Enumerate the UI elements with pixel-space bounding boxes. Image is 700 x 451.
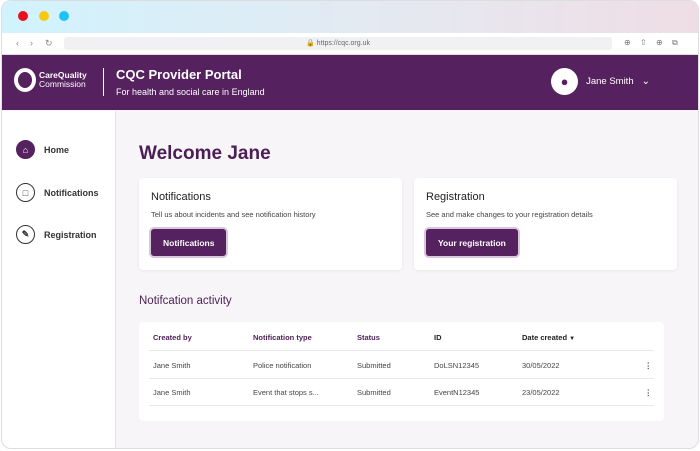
- user-name: Jane Smith: [586, 76, 634, 87]
- browser-window: ‹ › ↻ 🔒 https://cqc.org.uk ⊕ ⇧ ⊕ ⧉ CareQ…: [1, 0, 699, 449]
- logo-q-icon: [14, 68, 36, 92]
- portal-subtitle: For health and social care in England: [116, 87, 265, 97]
- page-title: Welcome Jane: [139, 143, 271, 165]
- sidebar-item-label: Registration: [44, 230, 97, 240]
- cell-status: Submitted: [357, 361, 391, 370]
- close-window-button[interactable]: [18, 11, 28, 21]
- cell-status: Submitted: [357, 388, 391, 397]
- card-description: See and make changes to your registratio…: [426, 210, 593, 219]
- notifications-button[interactable]: Notifications: [151, 229, 226, 256]
- document-icon: □: [16, 183, 35, 202]
- logo-line2: Commission: [39, 80, 87, 89]
- user-avatar-icon: ●: [551, 68, 578, 95]
- sidebar: ⌂ Home □ Notifications ✎ Registration: [2, 111, 116, 448]
- activity-table: Created by Notification type Status ID D…: [139, 322, 664, 421]
- more-options-icon[interactable]: ⋮: [645, 361, 653, 370]
- your-registration-button[interactable]: Your registration: [426, 229, 518, 256]
- sidebar-item-label: Home: [44, 145, 69, 155]
- forward-icon[interactable]: ›: [30, 38, 33, 48]
- reload-icon[interactable]: ↻: [45, 38, 53, 49]
- card-title: Notifications: [151, 191, 211, 203]
- sort-desc-icon: ▼: [569, 336, 575, 342]
- lock-icon: 🔒: [306, 40, 315, 47]
- cell-created-by: Jane Smith: [153, 388, 191, 397]
- cqc-logo[interactable]: CareQualityCommission: [14, 68, 87, 92]
- cell-type: Police notification: [253, 361, 311, 370]
- back-icon[interactable]: ‹: [16, 38, 19, 48]
- header-status[interactable]: Status: [357, 333, 380, 342]
- tabs-icon[interactable]: ⧉: [672, 38, 678, 48]
- main-content: Welcome Jane Notifications Tell us about…: [117, 111, 698, 448]
- header-id[interactable]: ID: [434, 333, 442, 342]
- browser-titlebar: [2, 1, 698, 33]
- cell-type: Event that stops s...: [253, 388, 319, 397]
- cell-id: DoLSN12345: [434, 361, 479, 370]
- more-options-icon[interactable]: ⋮: [645, 388, 653, 397]
- header-date-label: Date created: [522, 333, 567, 342]
- portal-title: CQC Provider Portal: [116, 67, 242, 82]
- table-row[interactable]: Jane Smith Event that stops s... Submitt…: [149, 379, 654, 406]
- notifications-card: Notifications Tell us about incidents an…: [139, 178, 402, 270]
- table-header-row: Created by Notification type Status ID D…: [149, 324, 654, 351]
- address-bar: ‹ › ↻ 🔒 https://cqc.org.uk ⊕ ⇧ ⊕ ⧉: [2, 33, 698, 55]
- header-date-created[interactable]: Date created ▼: [522, 333, 575, 342]
- minimize-window-button[interactable]: [39, 11, 49, 21]
- download-icon[interactable]: ⊕: [624, 38, 631, 47]
- sidebar-item-registration[interactable]: ✎ Registration: [16, 225, 97, 244]
- new-tab-icon[interactable]: ⊕: [656, 38, 663, 47]
- sidebar-item-home[interactable]: ⌂ Home: [16, 140, 69, 159]
- registration-card: Registration See and make changes to you…: [414, 178, 677, 270]
- cell-date: 23/05/2022: [522, 388, 560, 397]
- sidebar-item-notifications[interactable]: □ Notifications: [16, 183, 99, 202]
- table-row[interactable]: Jane Smith Police notification Submitted…: [149, 352, 654, 379]
- user-menu[interactable]: ● Jane Smith ⌄: [551, 68, 650, 95]
- site-header: CareQualityCommission CQC Provider Porta…: [2, 55, 698, 110]
- url-field[interactable]: 🔒 https://cqc.org.uk: [64, 37, 612, 50]
- header-created-by[interactable]: Created by: [153, 333, 192, 342]
- cell-id: EventN12345: [434, 388, 479, 397]
- url-text: https://cqc.org.uk: [317, 40, 370, 47]
- share-icon[interactable]: ⇧: [640, 38, 647, 47]
- header-divider: [103, 68, 104, 96]
- sidebar-item-label: Notifications: [44, 188, 99, 198]
- maximize-window-button[interactable]: [59, 11, 69, 21]
- card-title: Registration: [426, 191, 485, 203]
- pencil-icon: ✎: [16, 225, 35, 244]
- card-description: Tell us about incidents and see notifica…: [151, 210, 316, 219]
- cell-date: 30/05/2022: [522, 361, 560, 370]
- home-icon: ⌂: [16, 140, 35, 159]
- header-notification-type[interactable]: Notification type: [253, 333, 312, 342]
- cell-created-by: Jane Smith: [153, 361, 191, 370]
- chevron-down-icon: ⌄: [642, 76, 650, 87]
- activity-title: Notifcation activity: [139, 295, 232, 307]
